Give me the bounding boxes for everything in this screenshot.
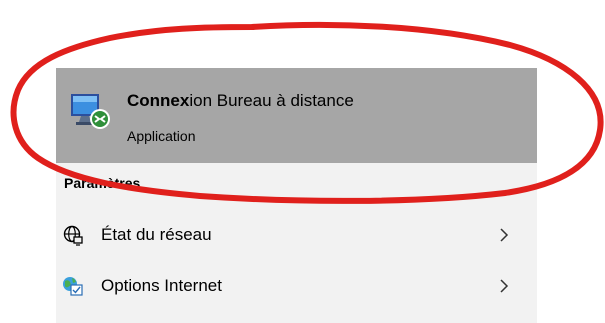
best-match-result[interactable]: Connexion Bureau à distance Application: [56, 68, 537, 163]
settings-item-network-status[interactable]: État du réseau: [56, 212, 537, 258]
settings-item-label: État du réseau: [101, 225, 212, 244]
screenshot-stage: Connexion Bureau à distance Application …: [0, 0, 605, 323]
network-globe-icon: [63, 225, 83, 246]
remote-desktop-icon: [71, 94, 110, 129]
settings-item-internet-options[interactable]: Options Internet: [56, 263, 537, 309]
settings-section-header: Paramètres: [64, 175, 141, 191]
search-results-panel: Connexion Bureau à distance Application …: [56, 68, 537, 323]
chevron-right-icon: [500, 228, 509, 242]
chevron-right-icon: [500, 279, 509, 293]
settings-item-label: Options Internet: [101, 276, 222, 295]
app-title-match: Connex: [127, 91, 190, 110]
internet-options-icon: [63, 277, 83, 296]
app-title-rest: ion Bureau à distance: [189, 91, 354, 110]
app-type-label: Application: [127, 128, 196, 144]
app-title: Connexion Bureau à distance: [127, 91, 354, 111]
